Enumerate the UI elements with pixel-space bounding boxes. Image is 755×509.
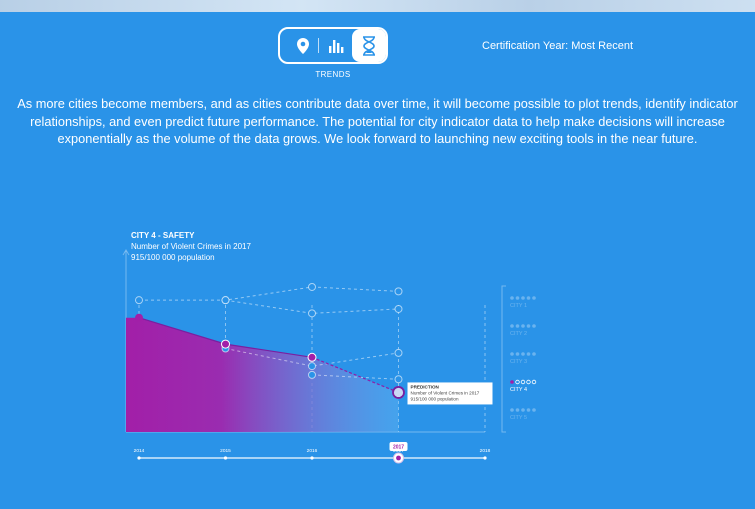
tooltip-line: Number of Violent Crimes in 2017 <box>411 390 480 395</box>
legend-item-city-2[interactable]: CITY 2 <box>510 331 527 337</box>
legend-dot <box>532 352 536 356</box>
data-point[interactable] <box>135 296 143 305</box>
timeline-tick[interactable] <box>223 456 228 460</box>
trends-chart: 2014 2015 2016 2017 20182017 CITY 1CITY 2CIT… <box>122 249 537 464</box>
legend-dot <box>510 408 514 412</box>
tooltip-line: 915/100 000 population <box>411 396 459 401</box>
area-city-4 <box>126 317 399 432</box>
legend-dot <box>526 408 531 412</box>
legend-dot <box>526 379 531 385</box>
legend-dot <box>515 352 520 356</box>
legend-item-city-3[interactable]: CITY 3 <box>510 359 527 365</box>
legend-bracket <box>501 285 506 433</box>
legend-dot <box>521 324 525 328</box>
legend-dot <box>510 324 514 328</box>
legend-dot <box>520 379 526 385</box>
legend-dot <box>515 408 520 412</box>
chart-legend: CITY 1 CITY 2 CITY 3 CITY 4 CITY 5 <box>501 285 537 433</box>
data-point[interactable] <box>221 296 230 305</box>
legend-item-city-4[interactable]: CITY 4 <box>510 387 527 393</box>
tooltip-title: PREDICTION <box>411 384 440 389</box>
legend-item-city-1[interactable]: CITY 1 <box>510 303 527 309</box>
legend-dot <box>521 408 525 412</box>
data-point[interactable] <box>394 375 403 384</box>
legend-dot <box>526 324 531 328</box>
data-point-city-4[interactable] <box>135 313 143 322</box>
legend-dot <box>532 296 536 300</box>
data-point[interactable] <box>394 348 403 357</box>
legend-dot <box>531 379 537 385</box>
data-point[interactable] <box>308 370 316 379</box>
legend-dot <box>515 296 520 300</box>
data-point[interactable] <box>308 309 316 318</box>
timeline-year-label[interactable]: 2015 <box>220 448 231 454</box>
timeline-year-label[interactable]: 2018 <box>480 448 491 454</box>
data-point-city-4[interactable] <box>221 339 230 349</box>
legend-dot <box>510 296 514 300</box>
legend-dot <box>521 296 525 300</box>
data-point[interactable] <box>308 282 316 291</box>
timeline-year-label[interactable]: 2014 <box>134 448 145 454</box>
prediction-point[interactable] <box>392 386 405 399</box>
timeline-selected-label: 2017 <box>393 445 404 451</box>
legend-dot <box>515 324 520 328</box>
series-line-city-1 <box>139 286 399 301</box>
legend-item-city-5[interactable]: CITY 5 <box>510 415 527 421</box>
legend-dot <box>510 380 514 384</box>
legend-dot <box>532 408 536 412</box>
legend-dot <box>515 379 520 385</box>
legend-dot <box>510 352 514 356</box>
legend-dot <box>526 352 531 356</box>
data-point-city-4[interactable] <box>307 352 317 362</box>
data-point[interactable] <box>394 287 403 296</box>
data-point[interactable] <box>308 362 316 371</box>
data-point[interactable] <box>394 304 403 313</box>
timeline-tick[interactable] <box>310 456 314 460</box>
timeline-year-label[interactable]: 2016 <box>307 448 318 454</box>
timeline-tick[interactable] <box>483 456 487 460</box>
legend-dot <box>526 296 531 300</box>
prediction-tooltip: PREDICTIONNumber of Violent Crimes in 20… <box>407 382 493 405</box>
legend-dot <box>521 352 525 356</box>
timeline: 2014 2015 2016 2017 20182017 <box>134 442 491 464</box>
timeline-tick[interactable] <box>137 456 141 460</box>
legend-dot <box>532 324 536 328</box>
timeline-handle-dot <box>396 455 401 461</box>
